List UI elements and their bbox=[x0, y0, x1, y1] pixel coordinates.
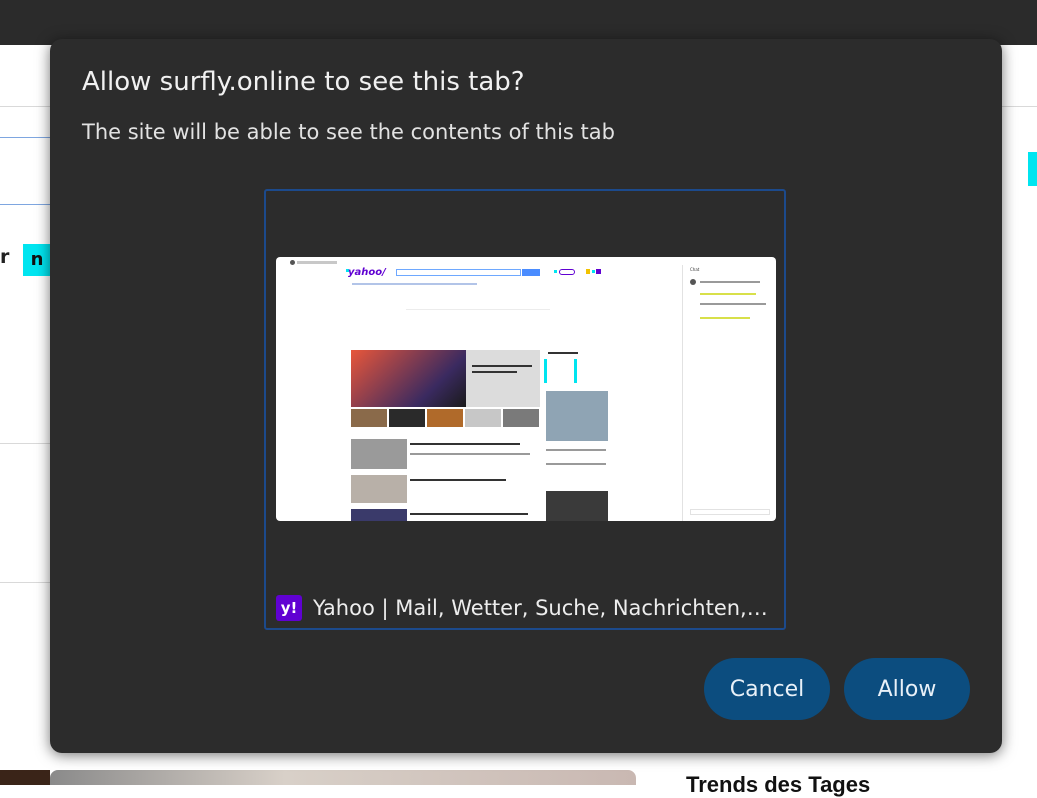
page-divider bbox=[0, 582, 50, 583]
thumb-article-image bbox=[351, 509, 407, 521]
thumb-toolbar bbox=[297, 261, 337, 264]
thumb-chat-message bbox=[700, 281, 760, 283]
thumb-weather-row bbox=[546, 449, 606, 451]
thumb-chat-title: Chat bbox=[690, 267, 700, 272]
thumb-story-image bbox=[389, 409, 425, 427]
thumb-weather-card bbox=[546, 391, 608, 441]
background-highlight-badge: n bbox=[23, 244, 51, 276]
thumb-sidebar-heading bbox=[548, 352, 578, 354]
background-image bbox=[0, 770, 50, 785]
allow-button[interactable]: Allow bbox=[844, 658, 970, 720]
thumb-chat-avatar bbox=[690, 279, 696, 285]
tab-preview-card[interactable]: yahoo/ Chat y! Yahoo | Mail, Wetter, Suc… bbox=[264, 189, 786, 630]
screen-share-dialog: Allow surfly.online to see this tab? The… bbox=[50, 39, 1002, 753]
tab-title: Yahoo | Mail, Wetter, Suche, Nachrichten… bbox=[313, 596, 768, 620]
thumb-mail-icon bbox=[596, 269, 601, 274]
thumb-weather-row bbox=[546, 463, 606, 465]
page-divider bbox=[0, 106, 50, 107]
thumb-hero-headline bbox=[472, 371, 517, 373]
background-text: r bbox=[0, 246, 10, 268]
thumb-marker bbox=[574, 359, 577, 383]
page-divider bbox=[1002, 106, 1037, 107]
thumb-story-image bbox=[465, 409, 501, 427]
thumb-chat-message bbox=[700, 293, 756, 295]
tab-thumbnail: yahoo/ Chat bbox=[276, 257, 776, 521]
thumb-chat-message bbox=[700, 303, 766, 305]
thumb-nav-row bbox=[352, 283, 477, 285]
thumb-article-image bbox=[351, 439, 407, 469]
thumb-search-box bbox=[396, 269, 521, 276]
background-image bbox=[50, 770, 636, 785]
thumb-video-card bbox=[546, 491, 608, 521]
background-heading: Trends des Tages bbox=[686, 772, 871, 797]
thumb-bell-icon bbox=[586, 269, 590, 274]
dialog-description: The site will be able to see the content… bbox=[82, 120, 615, 144]
page-divider bbox=[0, 137, 50, 138]
thumb-avatar bbox=[290, 260, 295, 265]
thumb-article-headline bbox=[410, 443, 520, 445]
thumb-search-button bbox=[522, 269, 540, 276]
background-highlight bbox=[1028, 152, 1037, 186]
dialog-title: Allow surfly.online to see this tab? bbox=[82, 67, 525, 97]
thumb-article-headline bbox=[410, 513, 528, 515]
thumb-story-image bbox=[351, 409, 387, 427]
thumb-marker bbox=[544, 359, 547, 383]
thumb-article-text bbox=[410, 453, 530, 455]
thumb-hero-headline bbox=[472, 365, 532, 367]
thumb-chat-message bbox=[700, 317, 750, 319]
thumb-yahoo-logo: yahoo/ bbox=[348, 267, 386, 278]
thumb-article-image bbox=[351, 475, 407, 503]
thumb-ad-area bbox=[406, 309, 550, 332]
tab-info: y! Yahoo | Mail, Wetter, Suche, Nachrich… bbox=[276, 594, 776, 622]
thumb-marker bbox=[554, 270, 557, 273]
cancel-button[interactable]: Cancel bbox=[704, 658, 830, 720]
thumb-story-image bbox=[427, 409, 463, 427]
thumb-marker bbox=[592, 270, 595, 273]
thumb-article-headline bbox=[410, 479, 506, 481]
page-divider bbox=[0, 443, 50, 444]
thumb-story-image bbox=[503, 409, 539, 427]
yahoo-favicon-icon: y! bbox=[276, 595, 302, 621]
thumb-hero-text bbox=[466, 350, 540, 407]
page-divider bbox=[0, 204, 50, 205]
thumb-login-button bbox=[559, 269, 575, 275]
thumb-hero-image bbox=[351, 350, 466, 407]
thumb-chat-input bbox=[690, 509, 770, 515]
thumb-chat-divider bbox=[682, 265, 683, 521]
